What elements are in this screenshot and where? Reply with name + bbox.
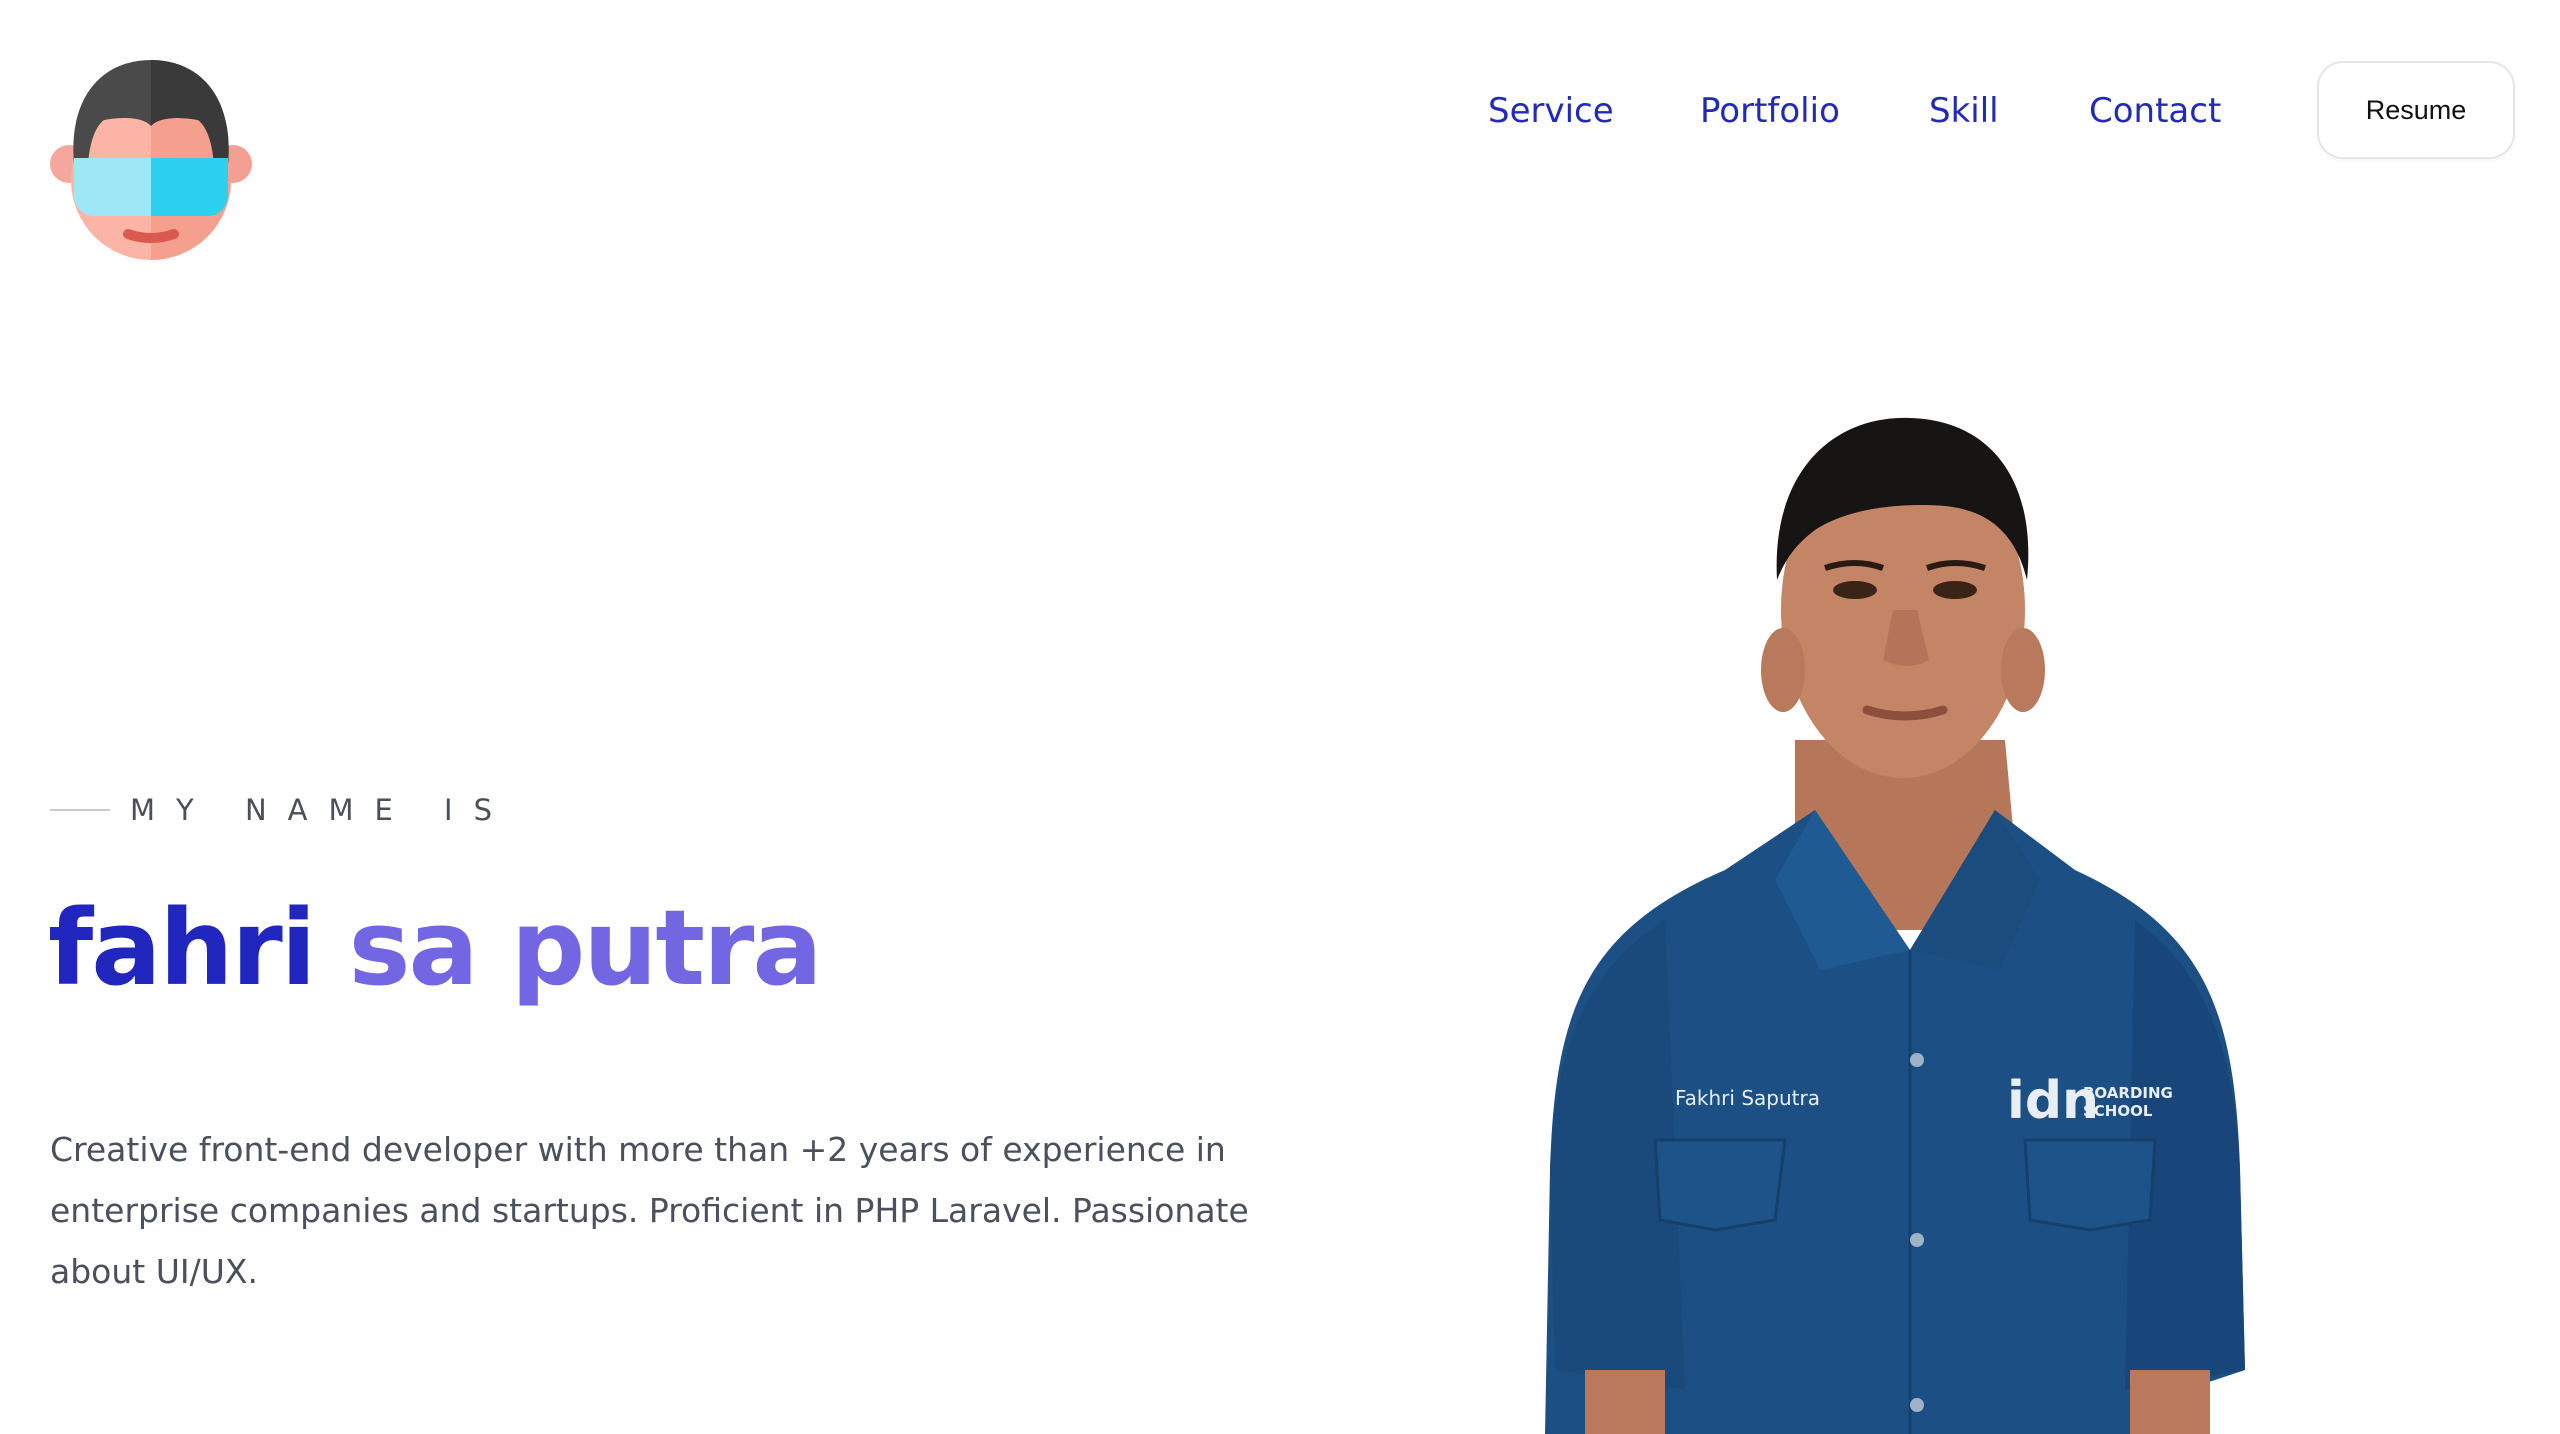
portrait-photo: Fakhri Saputra idn BOARDING SCHOOL [1545,417,2245,1434]
nav-link-portfolio[interactable]: Portfolio [1700,86,1840,136]
hero-name-first: fahri [48,887,316,1009]
hero-name-rest: sa putra [314,887,823,1009]
hero-name: fahri sa putra [48,887,823,1009]
main-nav: Service Portfolio Skill Contact [0,86,2560,136]
hero-eyebrow: MY NAME IS [50,790,513,830]
shirt-logo-text-1: BOARDING [2083,1084,2173,1102]
shirt-logo-text-2: SCHOOL [2083,1102,2153,1120]
resume-button[interactable]: Resume [2317,61,2515,159]
nav-link-contact[interactable]: Contact [2089,86,2221,136]
shirt-name-tag: Fakhri Saputra [1675,1086,1820,1110]
eyebrow-text: MY NAME IS [130,793,514,827]
nav-link-skill[interactable]: Skill [1929,86,1999,136]
nav-link-service[interactable]: Service [1488,86,1614,136]
eyebrow-divider [50,809,110,811]
hero-description: Creative front-end developer with more t… [50,1130,1249,1291]
